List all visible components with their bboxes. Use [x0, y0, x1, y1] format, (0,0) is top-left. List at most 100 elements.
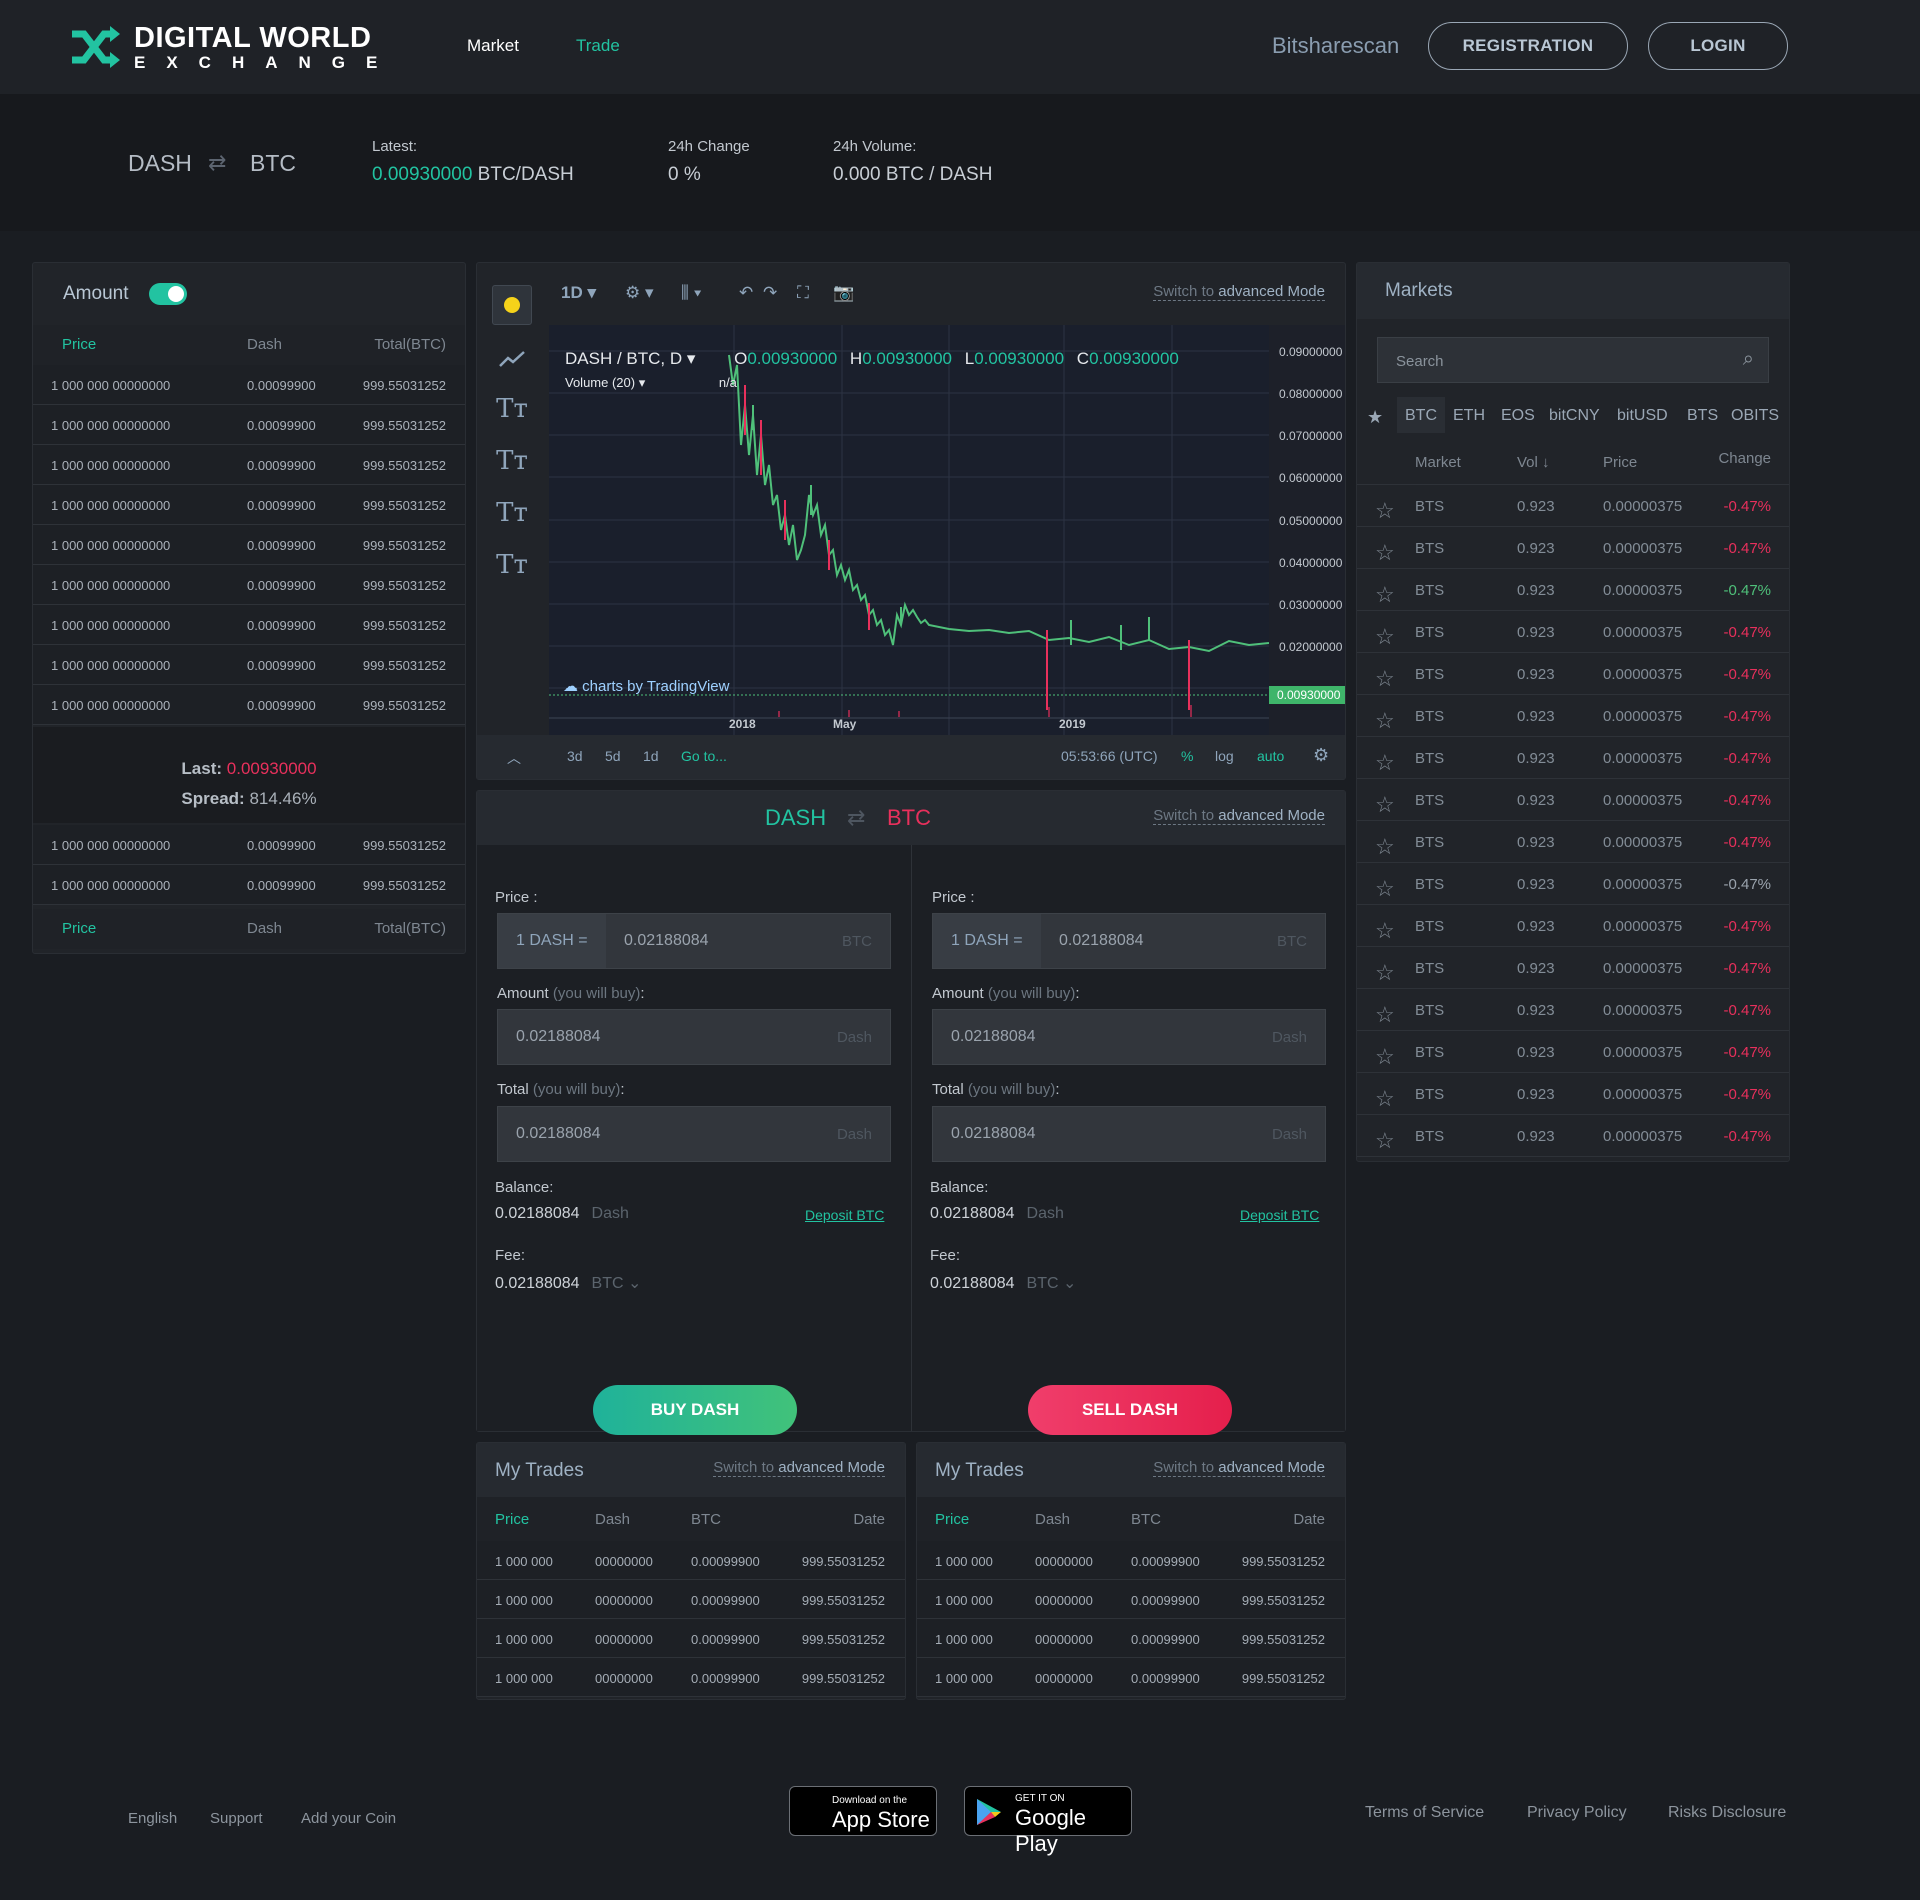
chart-symbol[interactable]: DASH / BTC, D [565, 349, 682, 368]
auto-toggle[interactable]: auto [1257, 748, 1284, 764]
tab-bts[interactable]: BTS [1687, 407, 1718, 425]
col-price[interactable]: Price [62, 920, 96, 937]
star-icon[interactable]: ☆ [1375, 918, 1395, 944]
col-dash[interactable]: Dash [595, 1511, 630, 1528]
order-book-row[interactable]: 1 000 000 00000000 0.00099900 999.55031252 [33, 485, 465, 525]
camera-icon[interactable]: 📷 [833, 283, 854, 303]
col-dash[interactable]: Dash [247, 920, 282, 937]
tab-btc[interactable]: BTC [1397, 397, 1445, 433]
tradingview-watermark[interactable]: ☁ charts by TradingView [563, 677, 729, 695]
trade-row[interactable]: 1 000 000 00000000 0.00099900 999.55031252 [477, 1658, 905, 1697]
order-book-row[interactable]: 1 000 000 00000000 0.00099900 999.55031252 [33, 645, 465, 685]
col-change[interactable]: Change [1718, 450, 1771, 467]
text-tool-icon[interactable]: Tт [492, 545, 532, 585]
market-row[interactable]: ☆ BTS 0.923 0.00000375 -0.47% [1357, 821, 1789, 863]
col-btc[interactable]: BTC [691, 1511, 721, 1528]
price-chart[interactable]: DASH / BTC, D ▾ O0.00930000 H0.00930000 … [549, 325, 1270, 735]
footer-add-coin[interactable]: Add your Coin [301, 1810, 396, 1827]
redo-icon[interactable]: ↷ [763, 283, 777, 303]
footer-english[interactable]: English [128, 1810, 177, 1827]
sell-total-input[interactable]: 0.02188084 Dash [932, 1106, 1326, 1162]
crosshair-icon[interactable] [492, 285, 532, 325]
trade-row[interactable]: 1 000 000 00000000 0.00099900 999.55031252 [917, 1580, 1345, 1619]
login-button[interactable]: LOGIN [1648, 22, 1788, 70]
col-market[interactable]: Market [1415, 454, 1461, 471]
market-row[interactable]: ☆ BTS 0.923 0.00000375 -0.47% [1357, 989, 1789, 1031]
switch-advanced-link[interactable]: Switch to advanced Mode [1153, 1459, 1325, 1477]
star-icon[interactable]: ☆ [1375, 1086, 1395, 1112]
bitsharescan-link[interactable]: Bitsharescan [1272, 33, 1399, 59]
tab-eth[interactable]: ETH [1453, 407, 1485, 425]
order-book-row[interactable]: 1 000 000 00000000 0.00099900 999.55031252 [33, 565, 465, 605]
range-5d[interactable]: 5d [605, 748, 621, 764]
buy-amount-input[interactable]: 0.02188084 Dash [497, 1009, 891, 1065]
market-row[interactable]: ☆ BTS 0.923 0.00000375 -0.47% [1357, 779, 1789, 821]
collapse-chevron-icon[interactable]: ︿ [507, 748, 521, 768]
tab-eos[interactable]: EOS [1501, 407, 1535, 425]
nav-trade[interactable]: Trade [576, 36, 620, 56]
star-icon[interactable]: ☆ [1375, 1044, 1395, 1070]
trade-row[interactable]: 1 000 000 00000000 0.00099900 999.55031252 [477, 1619, 905, 1658]
market-row[interactable]: ☆ BTS 0.923 0.00000375 -0.47% [1357, 863, 1789, 905]
market-row[interactable]: ☆ BTS 0.923 0.00000375 -0.47% [1357, 1073, 1789, 1115]
undo-icon[interactable]: ↶ [739, 283, 753, 303]
star-icon[interactable]: ☆ [1375, 1128, 1395, 1154]
market-row[interactable]: ☆ BTS 0.923 0.00000375 -0.47% [1357, 1031, 1789, 1073]
star-icon[interactable]: ☆ [1375, 834, 1395, 860]
star-icon[interactable]: ☆ [1375, 1002, 1395, 1028]
trendline-icon[interactable] [492, 339, 532, 379]
trade-swap-icon[interactable]: ⇄ [847, 805, 865, 831]
google-play-badge[interactable]: GET IT ON Google Play [964, 1786, 1132, 1856]
logo[interactable]: DIGITAL WORLD EXCHANGE [70, 22, 380, 74]
indicators-icon[interactable]: ⫼ ▾ [681, 283, 702, 303]
col-price[interactable]: Price [935, 1511, 969, 1528]
col-price[interactable]: Price [62, 336, 96, 353]
market-row[interactable]: ☆ BTS 0.923 0.00000375 -0.47% [1357, 737, 1789, 779]
col-dash[interactable]: Dash [1035, 1511, 1070, 1528]
order-book-row[interactable]: 1 000 000 00000000 0.00099900 999.55031252 [33, 865, 465, 905]
star-icon[interactable]: ☆ [1375, 666, 1395, 692]
footer-terms[interactable]: Terms of Service [1365, 1804, 1484, 1822]
deposit-btc-link[interactable]: Deposit BTC [1240, 1207, 1319, 1223]
range-1d[interactable]: 1d [643, 748, 659, 764]
market-row[interactable]: ☆ BTS 0.923 0.00000375 -0.47% [1357, 653, 1789, 695]
search-icon[interactable]: ⌕ [1743, 348, 1754, 371]
switch-advanced-link[interactable]: Switch to advanced Mode [713, 1459, 885, 1477]
interval-select[interactable]: 1D ▾ [561, 283, 596, 303]
order-book-row[interactable]: 1 000 000 00000000 0.00099900 999.55031252 [33, 365, 465, 405]
order-book-row[interactable]: 1 000 000 00000000 0.00099900 999.55031252 [33, 445, 465, 485]
star-icon[interactable]: ☆ [1375, 540, 1395, 566]
order-book-row[interactable]: 1 000 000 00000000 0.00099900 999.55031252 [33, 605, 465, 645]
market-row[interactable]: ☆ BTS 0.923 0.00000375 -0.47% [1357, 485, 1789, 527]
log-toggle[interactable]: log [1215, 748, 1234, 764]
trade-row[interactable]: 1 000 000 00000000 0.00099900 999.55031252 [917, 1658, 1345, 1697]
nav-market[interactable]: Market [467, 36, 519, 56]
footer-risks[interactable]: Risks Disclosure [1668, 1804, 1786, 1822]
trade-row[interactable]: 1 000 000 00000000 0.00099900 999.55031252 [917, 1541, 1345, 1580]
market-row[interactable]: ☆ BTS 0.923 0.00000375 -0.47% [1357, 611, 1789, 653]
tab-bitcny[interactable]: bitCNY [1549, 407, 1600, 425]
app-store-badge[interactable]: Download on the App Store [789, 1786, 937, 1836]
col-vol[interactable]: Vol ↓ [1517, 454, 1550, 471]
footer-support[interactable]: Support [210, 1810, 263, 1827]
col-btc[interactable]: BTC [1131, 1511, 1161, 1528]
trade-row[interactable]: 1 000 000 00000000 0.00099900 999.55031252 [477, 1541, 905, 1580]
star-icon[interactable]: ☆ [1375, 750, 1395, 776]
market-row[interactable]: ☆ BTS 0.923 0.00000375 -0.47% [1357, 569, 1789, 611]
swap-icon[interactable]: ⇄ [208, 150, 226, 176]
star-icon[interactable]: ☆ [1375, 582, 1395, 608]
col-date[interactable]: Date [853, 1511, 885, 1528]
tab-bitusd[interactable]: bitUSD [1617, 407, 1668, 425]
switch-advanced-link[interactable]: Switch to advanced Mode [1153, 283, 1325, 301]
buy-total-input[interactable]: 0.02188084 Dash [497, 1106, 891, 1162]
favorites-star-icon[interactable]: ★ [1367, 407, 1383, 428]
fee-value[interactable]: 0.02188084 BTC ⌄ [930, 1273, 1076, 1293]
text-tool-icon[interactable]: Tт [492, 441, 532, 481]
star-icon[interactable]: ☆ [1375, 960, 1395, 986]
star-icon[interactable]: ☆ [1375, 498, 1395, 524]
settings-icon[interactable]: ⚙ ▾ [625, 283, 654, 303]
col-price[interactable]: Price [495, 1511, 529, 1528]
text-tool-icon[interactable]: Tт [492, 389, 532, 429]
sell-amount-input[interactable]: 0.02188084 Dash [932, 1009, 1326, 1065]
market-search-input[interactable]: Search ⌕ [1377, 337, 1769, 383]
